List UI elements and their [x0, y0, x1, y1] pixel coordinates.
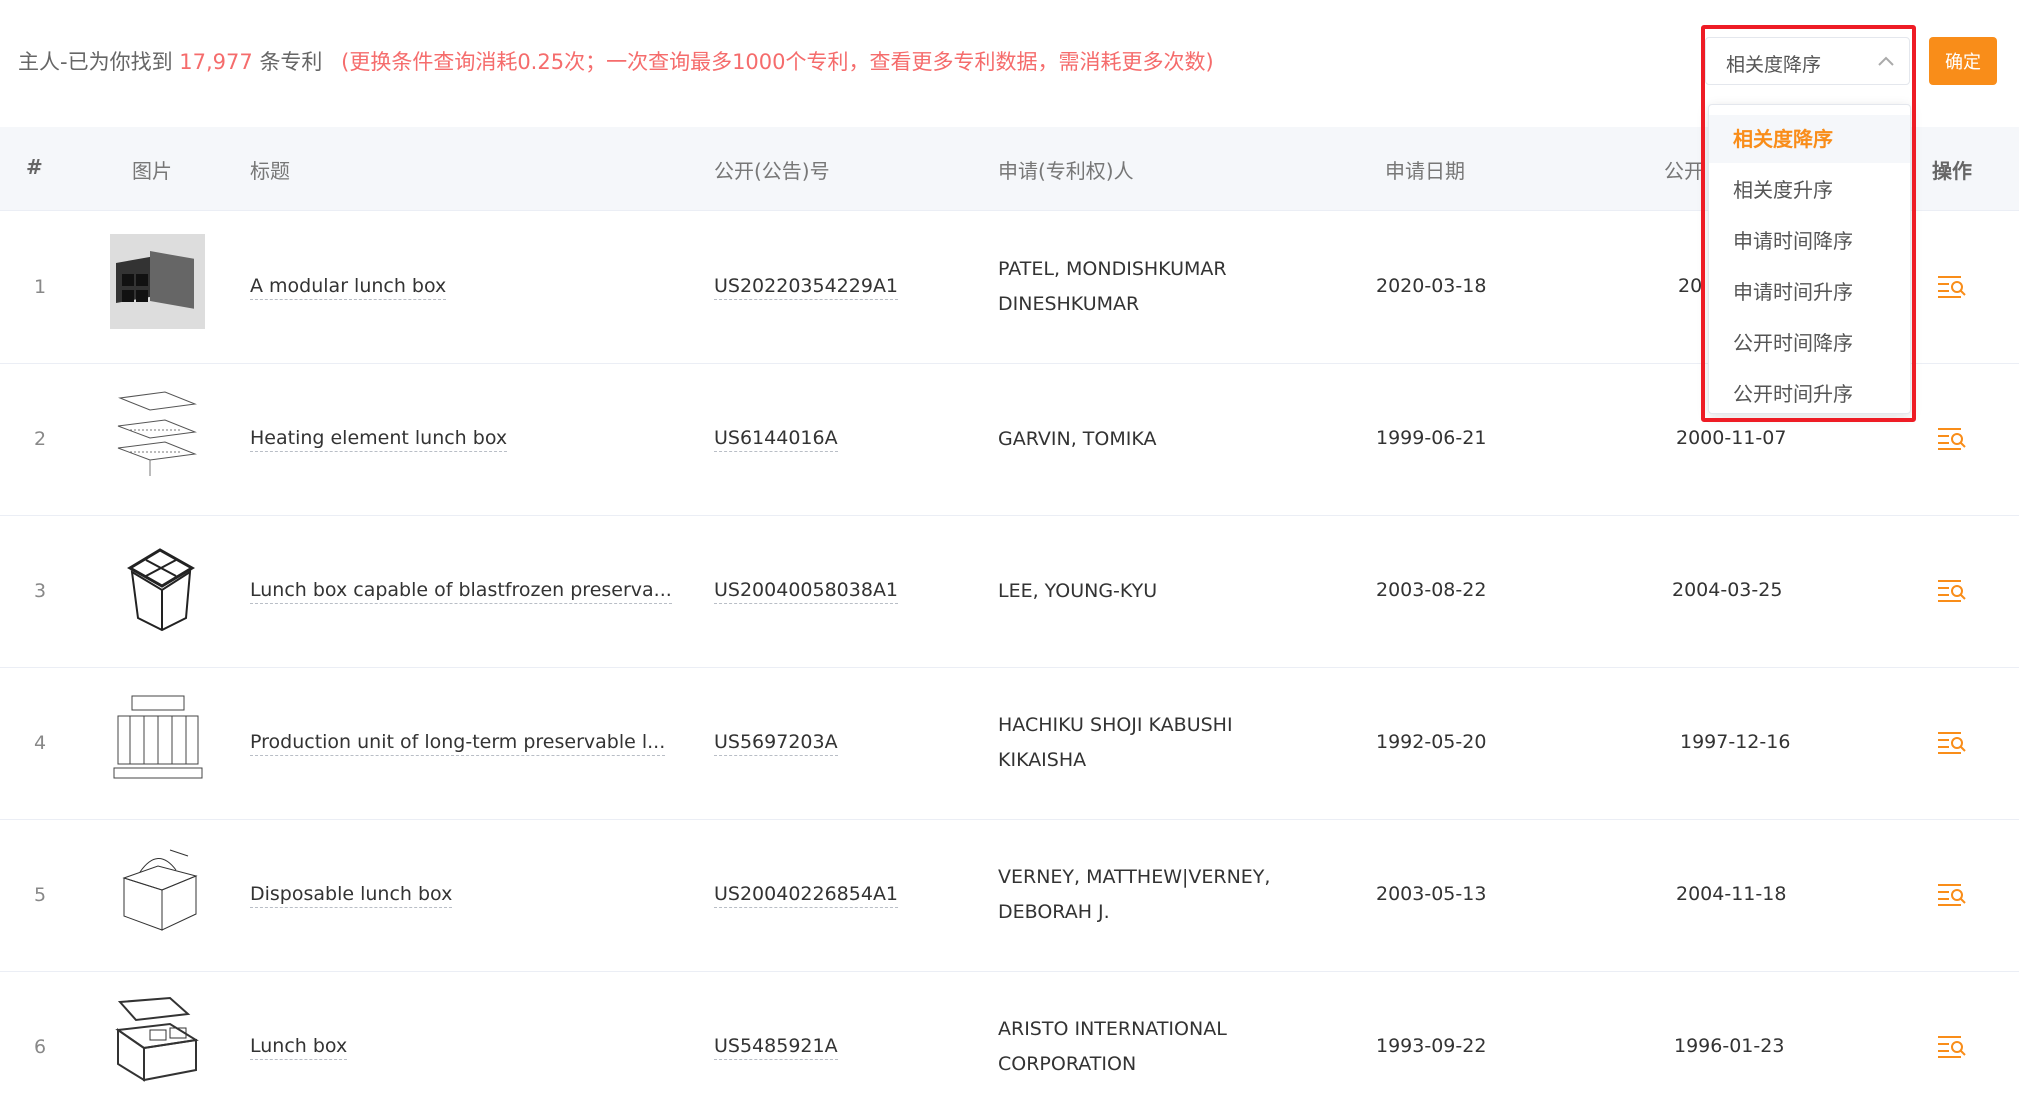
patent-thumbnail[interactable]	[110, 994, 205, 1089]
publication-date: 1996-01-23	[1674, 1035, 1785, 1057]
row-index: 2	[34, 428, 47, 450]
application-date: 2003-05-13	[1376, 883, 1487, 905]
pub-number-link[interactable]: US20040058038A1	[714, 579, 899, 604]
result-summary: 主人-已为你找到 17,977 条专利 (更换条件查询消耗0.25次；一次查询最…	[18, 46, 1214, 76]
view-details-icon[interactable]	[1937, 578, 1967, 602]
row-index: 5	[34, 884, 47, 906]
publication-date: 2004-03-25	[1672, 579, 1783, 601]
applicant: HACHIKU SHOJI KABUSHI KIKAISHA	[998, 714, 1233, 771]
annotation-highlight-box	[1701, 25, 1916, 422]
application-date: 2003-08-22	[1376, 579, 1487, 601]
view-details-icon[interactable]	[1937, 274, 1967, 298]
view-details-icon[interactable]	[1937, 1034, 1967, 1058]
applicant: LEE, YOUNG-KYU	[998, 580, 1158, 602]
col-title: 标题	[250, 159, 290, 183]
confirm-button[interactable]: 确定	[1929, 37, 1997, 85]
applicant: GARVIN, TOMIKA	[998, 428, 1157, 450]
col-index: #	[26, 155, 43, 179]
application-date: 1999-06-21	[1376, 427, 1487, 449]
row-index: 3	[34, 580, 47, 602]
applicant: VERNEY, MATTHEW|VERNEY, DEBORAH J.	[998, 866, 1271, 923]
pub-number-link[interactable]: US20220354229A1	[714, 275, 899, 300]
col-applicant: 申请(专利权)人	[998, 159, 1134, 183]
application-date: 1992-05-20	[1376, 731, 1487, 753]
patent-title-link[interactable]: Production unit of long-term preservable…	[250, 731, 666, 756]
col-image: 图片	[132, 159, 172, 183]
table-row: 5 Disposable lunch box US20040226854A1 V…	[0, 820, 2019, 972]
view-details-icon[interactable]	[1937, 730, 1967, 754]
publication-date: 1997-12-16	[1680, 731, 1791, 753]
publication-date: 2000-11-07	[1676, 427, 1787, 449]
summary-unit: 条专利	[259, 50, 323, 74]
patent-thumbnail[interactable]	[110, 538, 205, 633]
col-pub-no: 公开(公告)号	[714, 159, 830, 183]
pub-number-link[interactable]: US5697203A	[714, 731, 838, 756]
pub-number-link[interactable]: US5485921A	[714, 1035, 838, 1060]
patent-thumbnail[interactable]	[110, 842, 205, 937]
patent-title-link[interactable]: Heating element lunch box	[250, 427, 508, 452]
publication-date: 20	[1678, 275, 1703, 297]
patent-thumbnail[interactable]	[110, 234, 205, 329]
summary-prefix: 主人-已为你找到	[18, 50, 173, 74]
table-row: 6 Lunch box US5485921A ARISTO INTERNATIO…	[0, 972, 2019, 1108]
applicant: PATEL, MONDISHKUMAR DINESHKUMAR	[998, 258, 1227, 315]
application-date: 1993-09-22	[1376, 1035, 1487, 1057]
result-count: 17,977	[179, 50, 253, 74]
cost-note: (更换条件查询消耗0.25次；一次查询最多1000个专利，查看更多专利数据，需消…	[341, 50, 1214, 74]
view-details-icon[interactable]	[1937, 426, 1967, 450]
table-row: 3 Lunch box capable of blastfrozen prese…	[0, 516, 2019, 668]
col-pub-date: 公开	[1664, 159, 1704, 183]
col-actions: 操作	[1932, 159, 1972, 183]
applicant: ARISTO INTERNATIONAL CORPORATION	[998, 1018, 1227, 1075]
application-date: 2020-03-18	[1376, 275, 1487, 297]
view-details-icon[interactable]	[1937, 882, 1967, 906]
row-index: 4	[34, 732, 47, 754]
patent-title-link[interactable]: A modular lunch box	[250, 275, 447, 300]
pub-number-link[interactable]: US6144016A	[714, 427, 838, 452]
patent-title-link[interactable]: Lunch box	[250, 1035, 348, 1060]
row-index: 1	[34, 276, 47, 298]
col-app-date: 申请日期	[1385, 159, 1465, 183]
patent-thumbnail[interactable]	[110, 386, 205, 481]
patent-title-link[interactable]: Disposable lunch box	[250, 883, 453, 908]
pub-number-link[interactable]: US20040226854A1	[714, 883, 899, 908]
patent-title-link[interactable]: Lunch box capable of blastfrozen preserv…	[250, 579, 672, 604]
publication-date: 2004-11-18	[1676, 883, 1787, 905]
row-index: 6	[34, 1036, 47, 1058]
table-row: 4 Production unit of long-term preservab…	[0, 668, 2019, 820]
patent-thumbnail[interactable]	[110, 690, 205, 785]
